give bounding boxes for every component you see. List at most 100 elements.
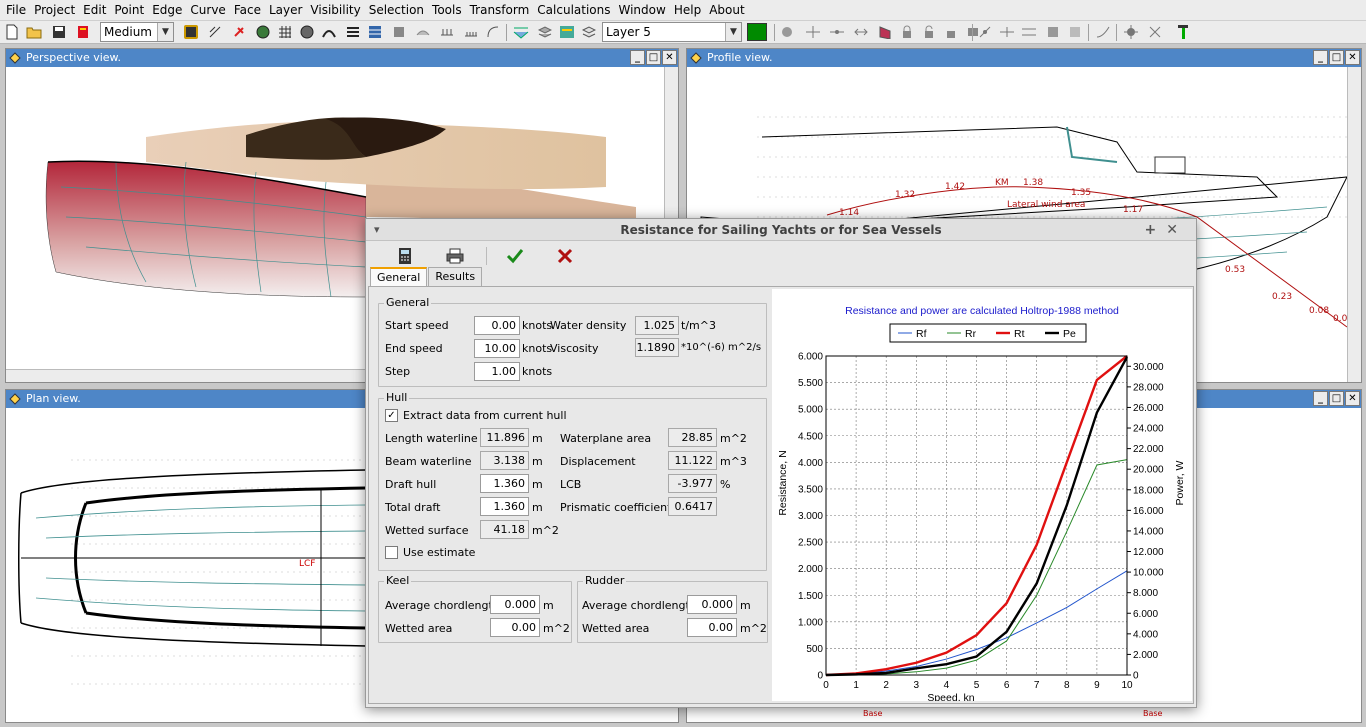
- y2-tick-label: 4.000: [1133, 629, 1158, 640]
- calculator-icon[interactable]: [394, 245, 416, 267]
- markers-icon[interactable]: [390, 23, 408, 41]
- menu-layer[interactable]: Layer: [265, 0, 306, 21]
- layer-color-icon[interactable]: [580, 23, 598, 41]
- rudder-area-input[interactable]: 0.00: [687, 618, 737, 637]
- pin-icon[interactable]: [230, 23, 248, 41]
- face-flip-icon[interactable]: [1044, 23, 1062, 41]
- unlock-all-icon[interactable]: [942, 23, 960, 41]
- curve-icon[interactable]: [484, 23, 502, 41]
- menu-curve[interactable]: Curve: [186, 0, 229, 21]
- remove-unused-icon[interactable]: [1146, 23, 1164, 41]
- unlock-icon[interactable]: [920, 23, 938, 41]
- menu-help[interactable]: Help: [670, 0, 705, 21]
- layer-color-swatch[interactable]: [746, 23, 768, 41]
- curve-new-icon[interactable]: [1094, 23, 1112, 41]
- precision-select[interactable]: Medium ▼: [100, 22, 174, 42]
- menu-point[interactable]: Point: [110, 0, 148, 21]
- dialog-close-icon[interactable]: ✕: [1166, 222, 1188, 238]
- insert-point-icon[interactable]: [828, 23, 846, 41]
- y2-tick-label: 28.000: [1133, 382, 1164, 393]
- dialog-menu-icon[interactable]: ▾: [374, 219, 380, 241]
- open-folder-icon[interactable]: [25, 23, 43, 41]
- check-model-icon[interactable]: [1122, 23, 1140, 41]
- total-draft-input[interactable]: 1.360: [480, 497, 529, 516]
- dialog-titlebar[interactable]: ▾ Resistance for Sailing Yachts or for S…: [366, 219, 1196, 241]
- add-point-icon[interactable]: [804, 23, 822, 41]
- menu-face[interactable]: Face: [230, 0, 265, 21]
- menu-tools[interactable]: Tools: [428, 0, 466, 21]
- book-icon[interactable]: [74, 23, 92, 41]
- minimize-button[interactable]: _: [1313, 50, 1328, 65]
- chart-grid: [825, 355, 1128, 676]
- interior-edges-icon[interactable]: [206, 23, 224, 41]
- tab-results[interactable]: Results: [428, 267, 483, 287]
- face-icon[interactable]: [876, 23, 894, 41]
- save-icon[interactable]: [50, 23, 68, 41]
- collapse-icon[interactable]: [852, 23, 870, 41]
- dialog-maximize-icon[interactable]: +: [1145, 222, 1167, 238]
- end-speed-input[interactable]: 10.00: [474, 339, 520, 358]
- gear-icon[interactable]: [778, 23, 796, 41]
- menu-window[interactable]: Window: [615, 0, 670, 21]
- ruler-icon[interactable]: [462, 23, 480, 41]
- menu-visibility[interactable]: Visibility: [306, 0, 364, 21]
- menu-project[interactable]: Project: [30, 0, 79, 21]
- close-button[interactable]: ✕: [662, 50, 677, 65]
- displacement-unit: m^3: [720, 455, 747, 468]
- close-button[interactable]: ✕: [1345, 50, 1360, 65]
- keel-area-input[interactable]: 0.00: [490, 618, 540, 637]
- minimize-button[interactable]: _: [630, 50, 645, 65]
- resistance-dialog[interactable]: ▾ Resistance for Sailing Yachts or for S…: [365, 218, 1197, 708]
- menu-about[interactable]: About: [705, 0, 748, 21]
- edge-extrude-icon[interactable]: [998, 23, 1016, 41]
- new-file-icon[interactable]: [3, 23, 21, 41]
- chart-legend: Rf Rr Rt Pe: [889, 323, 1087, 343]
- shade-alt-icon[interactable]: [298, 23, 316, 41]
- flowlines-icon[interactable]: [414, 23, 432, 41]
- zebra-icon[interactable]: [366, 23, 384, 41]
- grid-icon[interactable]: [276, 23, 294, 41]
- extract-data-checkbox[interactable]: ✓: [385, 409, 398, 422]
- keel-chord-input[interactable]: 0.000: [490, 595, 540, 614]
- close-button[interactable]: ✕: [1345, 391, 1360, 406]
- use-estimate-checkbox[interactable]: [385, 546, 398, 559]
- menu-file[interactable]: File: [2, 0, 30, 21]
- edge-split-icon[interactable]: [976, 23, 994, 41]
- start-speed-input[interactable]: 0.00: [474, 316, 520, 335]
- ok-check-icon[interactable]: [504, 245, 526, 267]
- menu-edge[interactable]: Edge: [148, 0, 186, 21]
- step-input[interactable]: 1.00: [474, 362, 520, 381]
- y2-tick-label: 24.000: [1133, 424, 1164, 435]
- tab-general[interactable]: General: [370, 267, 428, 287]
- rudder-chord-label: Average chordlength: [582, 599, 697, 612]
- maximize-button[interactable]: □: [646, 50, 661, 65]
- y2-tick-label: 12.000: [1133, 547, 1164, 558]
- menu-edit[interactable]: Edit: [79, 0, 110, 21]
- layers-icon[interactable]: [536, 23, 554, 41]
- rudder-chord-input[interactable]: 0.000: [687, 595, 737, 614]
- y2-tick-label: 26.000: [1133, 403, 1164, 414]
- cancel-x-icon[interactable]: [554, 245, 576, 267]
- draft-hull-input[interactable]: 1.360: [480, 474, 529, 493]
- maximize-button[interactable]: □: [1329, 50, 1344, 65]
- shade-icon[interactable]: [254, 23, 272, 41]
- layer-props-icon[interactable]: [558, 23, 576, 41]
- maximize-button[interactable]: □: [1329, 391, 1344, 406]
- face-new-icon[interactable]: [1066, 23, 1084, 41]
- keel-rudder-icon[interactable]: [1174, 23, 1192, 41]
- menu-selection[interactable]: Selection: [365, 0, 428, 21]
- menu-calculations[interactable]: Calculations: [533, 0, 614, 21]
- menu-transform[interactable]: Transform: [466, 0, 534, 21]
- stripes-icon[interactable]: [344, 23, 362, 41]
- edge-connect-icon[interactable]: [1020, 23, 1038, 41]
- comb-icon[interactable]: [438, 23, 456, 41]
- hydrostatics-icon[interactable]: [512, 23, 530, 41]
- minimize-button[interactable]: _: [1313, 391, 1328, 406]
- y-tick-label: 5.000: [798, 405, 823, 416]
- curvature-icon[interactable]: [320, 23, 338, 41]
- lock-icon[interactable]: [898, 23, 916, 41]
- print-icon[interactable]: [444, 245, 466, 267]
- profile-vscroll[interactable]: [1347, 67, 1361, 382]
- layer-select[interactable]: Layer 5 ▼: [602, 22, 742, 42]
- control-net-icon[interactable]: [182, 23, 200, 41]
